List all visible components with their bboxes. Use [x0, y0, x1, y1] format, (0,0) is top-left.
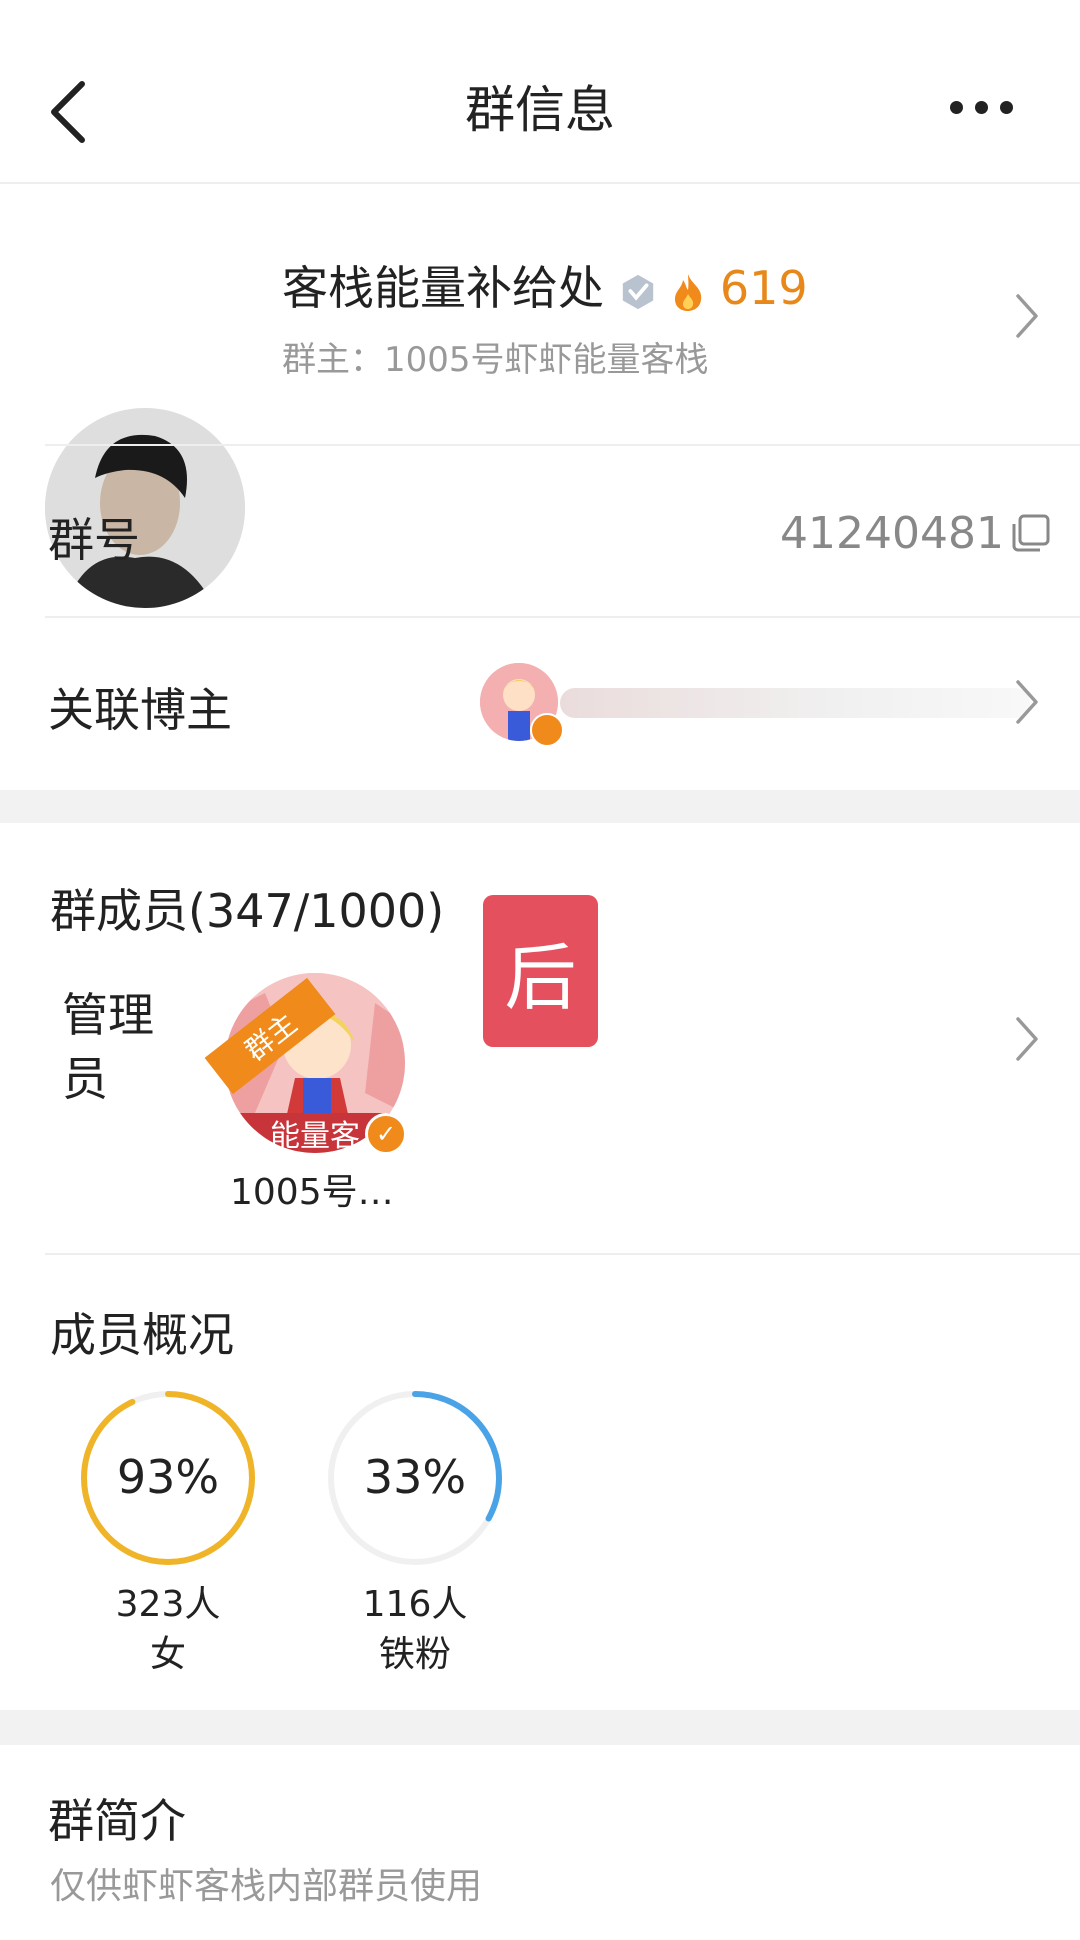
admin-name: 1005号…: [230, 1172, 394, 1213]
after-badge: 后: [483, 895, 598, 1047]
dot-icon: [1000, 100, 1013, 114]
group-intro-section[interactable]: 群简介 仅供虾虾客栈内部群员使用: [0, 1745, 1080, 1940]
top-bar: 群信息: [0, 0, 1080, 180]
intro-title: 群简介: [48, 1794, 186, 1848]
linked-blogger-row[interactable]: 关联博主: [0, 618, 1080, 788]
stat-count: 323人: [115, 1584, 221, 1625]
stat-count: 116人: [362, 1584, 468, 1625]
group-profile-row[interactable]: 客栈能量补给处 619 群主：1005号虾虾能量客栈: [0, 190, 1080, 608]
group-id-value: 41240481: [780, 508, 1004, 559]
group-id-row[interactable]: 群号 41240481: [0, 446, 1080, 616]
section-gap: [0, 1710, 1080, 1745]
blurred-name: [560, 688, 1030, 718]
owner-label: 群主：: [282, 340, 384, 380]
ring-percent: 93%: [116, 1450, 220, 1504]
chevron-right-icon[interactable]: [1012, 1013, 1042, 1065]
female-ratio-ring: 93%: [78, 1388, 258, 1568]
dot-icon: [975, 100, 988, 114]
ring-percent: 33%: [363, 1450, 467, 1504]
verified-v-icon: [530, 713, 564, 747]
group-id-label: 群号: [48, 513, 140, 567]
stat-label: 铁粉: [378, 1634, 451, 1675]
copy-icon[interactable]: [1010, 512, 1052, 554]
core-fans-ring: 33%: [325, 1388, 505, 1568]
avatar-text: 能量客: [270, 1119, 360, 1154]
admin-label: 管理员: [62, 988, 154, 1106]
chevron-right-icon: [1016, 680, 1038, 724]
dot-icon: [950, 100, 963, 114]
more-options-button[interactable]: [950, 92, 1030, 122]
section-gap: [0, 790, 1080, 823]
divider: [0, 182, 1080, 184]
intro-text: 仅供虾虾客栈内部群员使用: [50, 1866, 483, 1907]
verified-diamond-icon: [622, 274, 653, 309]
admin-member[interactable]: 能量客 ✓ 群主: [204, 973, 407, 1155]
owner-name: 1005号虾虾能量客栈: [384, 340, 709, 380]
members-title: 群成员(347/1000): [50, 884, 445, 938]
member-overview-section: 成员概况 93% 323人 女 33% 116人 铁粉: [0, 1255, 1080, 1710]
stat-label: 女: [149, 1634, 186, 1675]
fire-count: 619: [719, 261, 808, 315]
overview-title: 成员概况: [50, 1308, 234, 1362]
linked-blogger-label: 关联博主: [48, 683, 232, 737]
group-name: 客栈能量补给处: [282, 261, 604, 315]
verified-v-icon: ✓: [365, 1113, 407, 1155]
page-title: 群信息: [465, 81, 615, 139]
fire-icon: [675, 273, 702, 311]
chevron-right-icon: [1016, 294, 1038, 338]
